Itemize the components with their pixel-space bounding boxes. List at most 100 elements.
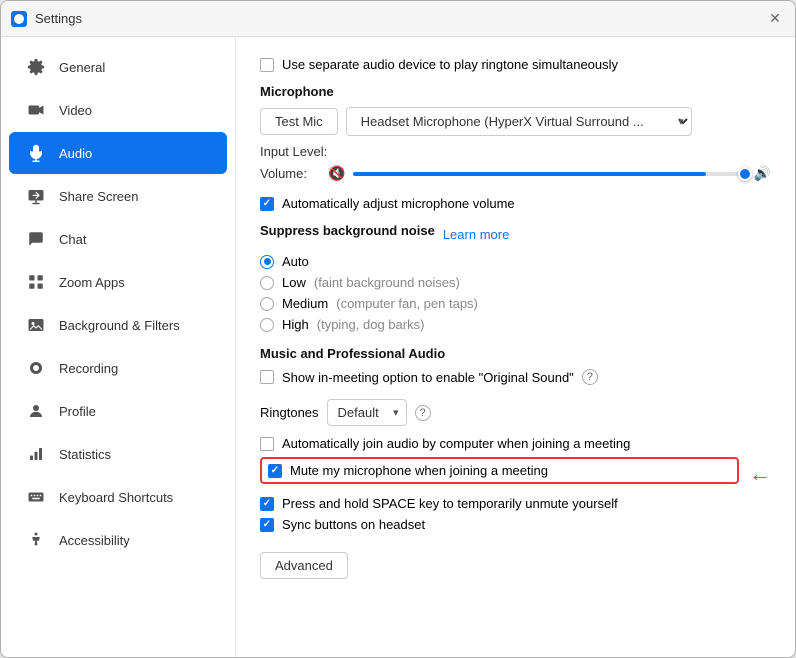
- noise-low-radio[interactable]: [260, 276, 274, 290]
- sidebar-label-recording: Recording: [59, 361, 118, 376]
- space-key-checkbox[interactable]: [260, 497, 274, 511]
- sidebar-label-apps: Zoom Apps: [59, 275, 125, 290]
- original-sound-label: Show in-meeting option to enable "Origin…: [282, 370, 574, 385]
- stats-icon: [25, 443, 47, 465]
- sidebar-item-recording[interactable]: Recording: [9, 347, 227, 389]
- sync-buttons-row: Sync buttons on headset: [260, 517, 771, 532]
- volume-min-icon: 🔇: [328, 165, 345, 182]
- original-sound-help[interactable]: ?: [582, 369, 598, 385]
- noise-auto-label: Auto: [282, 254, 309, 269]
- volume-slider-thumb[interactable]: [738, 167, 752, 181]
- noise-high-radio[interactable]: [260, 318, 274, 332]
- audio-device-label: Use separate audio device to play ringto…: [282, 57, 618, 72]
- music-audio-title: Music and Professional Audio: [260, 346, 771, 361]
- test-mic-button[interactable]: Test Mic: [260, 108, 338, 135]
- recording-icon: [25, 357, 47, 379]
- keyboard-icon: [25, 486, 47, 508]
- volume-label: Volume:: [260, 166, 320, 181]
- noise-low-row: Low (faint background noises): [260, 275, 771, 290]
- sidebar-item-keyboard[interactable]: Keyboard Shortcuts: [9, 476, 227, 518]
- settings-window: Settings ✕ General Video: [0, 0, 796, 658]
- original-sound-row: Show in-meeting option to enable "Origin…: [260, 369, 771, 385]
- input-level-label: Input Level:: [260, 144, 771, 159]
- sidebar-label-chat: Chat: [59, 232, 86, 247]
- suppress-noise-section: Suppress background noise Learn more Aut…: [260, 223, 771, 332]
- mute-mic-label: Mute my microphone when joining a meetin…: [290, 463, 548, 478]
- background-icon: [25, 314, 47, 336]
- sidebar-item-share-screen[interactable]: Share Screen: [9, 175, 227, 217]
- noise-medium-radio[interactable]: [260, 297, 274, 311]
- sidebar-item-statistics[interactable]: Statistics: [9, 433, 227, 475]
- mic-device-select[interactable]: Headset Microphone (HyperX Virtual Surro…: [346, 107, 692, 136]
- sidebar-label-share: Share Screen: [59, 189, 139, 204]
- sidebar-item-accessibility[interactable]: Accessibility: [9, 519, 227, 561]
- sidebar-item-general[interactable]: General: [9, 46, 227, 88]
- noise-auto-radio[interactable]: [260, 255, 274, 269]
- audio-device-checkbox[interactable]: [260, 58, 274, 72]
- auto-adjust-checkbox[interactable]: [260, 197, 274, 211]
- window-title: Settings: [35, 11, 82, 26]
- main-panel: Use separate audio device to play ringto…: [236, 37, 795, 657]
- sidebar-label-audio: Audio: [59, 146, 92, 161]
- ringtones-row: Ringtones Default ?: [260, 399, 771, 426]
- video-icon: [25, 99, 47, 121]
- noise-auto-row: Auto: [260, 254, 771, 269]
- sidebar-item-zoom-apps[interactable]: Zoom Apps: [9, 261, 227, 303]
- sidebar-item-audio[interactable]: Audio: [9, 132, 227, 174]
- music-audio-section: Music and Professional Audio Show in-mee…: [260, 346, 771, 385]
- volume-row: Volume: 🔇 🔊: [260, 165, 771, 182]
- noise-high-label: High: [282, 317, 309, 332]
- auto-adjust-row: Automatically adjust microphone volume: [260, 196, 771, 211]
- suppress-title: Suppress background noise: [260, 223, 435, 238]
- titlebar: Settings ✕: [1, 1, 795, 37]
- sidebar-item-chat[interactable]: Chat: [9, 218, 227, 260]
- accessibility-icon: [25, 529, 47, 551]
- ringtones-select[interactable]: Default: [327, 399, 407, 426]
- sidebar-label-keyboard: Keyboard Shortcuts: [59, 490, 173, 505]
- mute-mic-checkbox[interactable]: [268, 464, 282, 478]
- mute-mic-arrow: ←: [749, 463, 771, 485]
- advanced-button[interactable]: Advanced: [260, 552, 348, 579]
- audio-device-row: Use separate audio device to play ringto…: [260, 57, 771, 72]
- close-button[interactable]: ✕: [765, 9, 785, 29]
- apps-icon: [25, 271, 47, 293]
- noise-medium-label: Medium: [282, 296, 328, 311]
- mic-controls-row: Test Mic Headset Microphone (HyperX Virt…: [260, 107, 771, 136]
- content-area: General Video Audio Share Screen: [1, 37, 795, 657]
- sidebar-label-general: General: [59, 60, 105, 75]
- mute-mic-wrapper: Mute my microphone when joining a meetin…: [260, 457, 771, 490]
- auto-join-checkbox[interactable]: [260, 437, 274, 451]
- sidebar-label-video: Video: [59, 103, 92, 118]
- sidebar-label-access: Accessibility: [59, 533, 130, 548]
- titlebar-left: Settings: [11, 11, 82, 27]
- noise-low-label: Low: [282, 275, 306, 290]
- learn-more-link[interactable]: Learn more: [443, 227, 509, 242]
- microphone-title: Microphone: [260, 84, 771, 99]
- audio-icon: [25, 142, 47, 164]
- noise-high-sub: (typing, dog barks): [317, 317, 425, 332]
- noise-high-row: High (typing, dog barks): [260, 317, 771, 332]
- ringtones-help[interactable]: ?: [415, 405, 431, 421]
- sidebar-item-video[interactable]: Video: [9, 89, 227, 131]
- ringtones-label: Ringtones: [260, 405, 319, 420]
- sidebar: General Video Audio Share Screen: [1, 37, 236, 657]
- original-sound-checkbox[interactable]: [260, 370, 274, 384]
- sidebar-label-stats: Statistics: [59, 447, 111, 462]
- ringtones-select-wrapper: Default: [327, 399, 407, 426]
- volume-max-icon: 🔊: [754, 165, 771, 182]
- space-key-row: Press and hold SPACE key to temporarily …: [260, 496, 771, 511]
- app-icon: [11, 11, 27, 27]
- chat-icon: [25, 228, 47, 250]
- sidebar-item-profile[interactable]: Profile: [9, 390, 227, 432]
- noise-low-sub: (faint background noises): [314, 275, 460, 290]
- profile-icon: [25, 400, 47, 422]
- share-screen-icon: [25, 185, 47, 207]
- sidebar-label-profile: Profile: [59, 404, 96, 419]
- sync-buttons-checkbox[interactable]: [260, 518, 274, 532]
- volume-slider-container: 🔇 🔊: [328, 165, 771, 182]
- sidebar-item-background[interactable]: Background & Filters: [9, 304, 227, 346]
- auto-adjust-label: Automatically adjust microphone volume: [282, 196, 515, 211]
- microphone-section: Microphone Test Mic Headset Microphone (…: [260, 84, 771, 182]
- sidebar-label-bg: Background & Filters: [59, 318, 180, 333]
- volume-slider-track[interactable]: [353, 172, 745, 176]
